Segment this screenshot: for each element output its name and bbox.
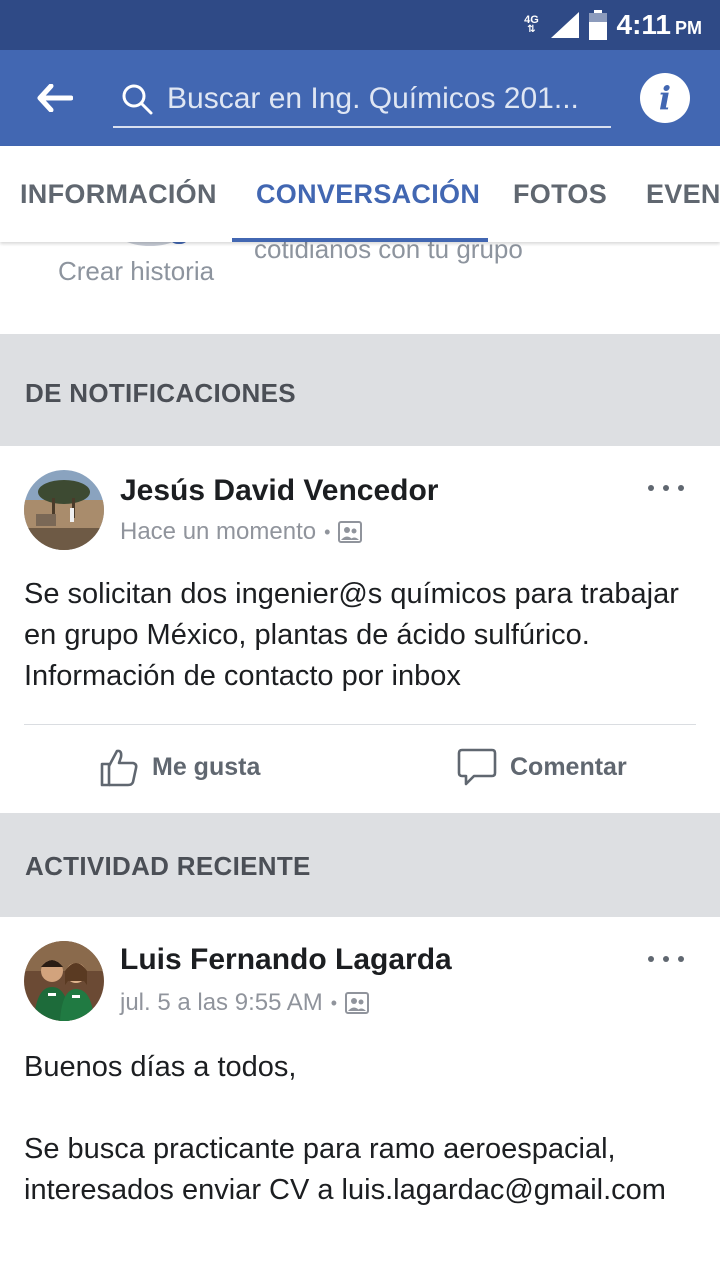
clock: 4:11 PM (617, 9, 703, 41)
like-button[interactable]: Me gusta (98, 746, 260, 788)
group-tabs: INFORMACIÓN CONVERSACIÓN FOTOS EVENT (0, 146, 720, 242)
like-label: Me gusta (152, 752, 261, 781)
info-icon[interactable]: i (640, 73, 690, 123)
post-card: Jesús David Vencedor Hace un momento • S… (0, 446, 720, 813)
post-timestamp[interactable]: Hace un momento (120, 518, 316, 546)
back-button[interactable] (30, 76, 80, 120)
post-meta: Hace un momento • (120, 518, 363, 546)
status-bar: 4G ⇅ 4:11 PM (0, 0, 720, 50)
tab-conversacion[interactable]: CONVERSACIÓN (256, 146, 480, 242)
comment-button[interactable]: Comentar (456, 746, 627, 788)
tab-fotos[interactable]: FOTOS (513, 146, 607, 242)
active-tab-indicator (232, 238, 488, 242)
status-icons: 4G ⇅ 4:11 PM (523, 6, 703, 44)
clock-ampm: PM (675, 18, 702, 38)
story-prompt-text: cotidianos con tu grupo (254, 242, 523, 264)
meta-separator: • (324, 521, 331, 542)
comment-label: Comentar (510, 752, 627, 781)
post-timestamp[interactable]: jul. 5 a las 9:55 AM (120, 989, 323, 1017)
thumbs-up-icon (100, 749, 138, 787)
post-author[interactable]: Jesús David Vencedor (120, 474, 439, 508)
app-bar: Buscar en Ing. Químicos 201... i (0, 50, 720, 146)
group-privacy-icon (345, 992, 370, 1014)
group-search-input[interactable]: Buscar en Ing. Químicos 201... (113, 72, 611, 128)
section-header-recent: ACTIVIDAD RECIENTE (0, 813, 720, 917)
comment-bubble-icon (457, 748, 497, 786)
post-body: Se solicitan dos ingenier@s químicos par… (24, 578, 679, 692)
post-meta: jul. 5 a las 9:55 AM • (120, 989, 370, 1017)
section-header-notifications: DE NOTIFICACIONES (0, 334, 720, 446)
post-body: Se busca practicante para ramo aeroespac… (24, 1133, 666, 1206)
avatar[interactable] (24, 941, 104, 1021)
signal-icon (550, 12, 579, 38)
search-icon (117, 79, 157, 119)
create-story-button[interactable]: Crear historia (58, 256, 214, 287)
section-title: ACTIVIDAD RECIENTE (25, 851, 311, 881)
network-type-icon: 4G ⇅ (524, 14, 539, 35)
post-card: Luis Fernando Lagarda jul. 5 a las 9:55 … (0, 917, 720, 1280)
stories-strip: Crear historia cotidianos con tu grupo (0, 242, 720, 334)
clock-time: 4:11 (616, 9, 672, 40)
group-privacy-icon (338, 521, 363, 543)
more-options-icon[interactable] (648, 949, 684, 969)
tab-informacion[interactable]: INFORMACIÓN (20, 146, 217, 242)
battery-icon (588, 10, 607, 40)
section-title: DE NOTIFICACIONES (25, 378, 296, 408)
post-author[interactable]: Luis Fernando Lagarda (120, 943, 452, 977)
back-arrow-icon (37, 84, 73, 112)
post-divider (24, 724, 696, 725)
avatar[interactable] (24, 470, 104, 550)
tab-eventos[interactable]: EVENT (646, 146, 720, 242)
post-body-greeting: Buenos días a todos, (24, 1051, 297, 1083)
search-placeholder: Buscar en Ing. Químicos 201... (167, 82, 579, 115)
meta-separator: • (330, 992, 338, 1013)
more-options-icon[interactable] (648, 478, 684, 498)
